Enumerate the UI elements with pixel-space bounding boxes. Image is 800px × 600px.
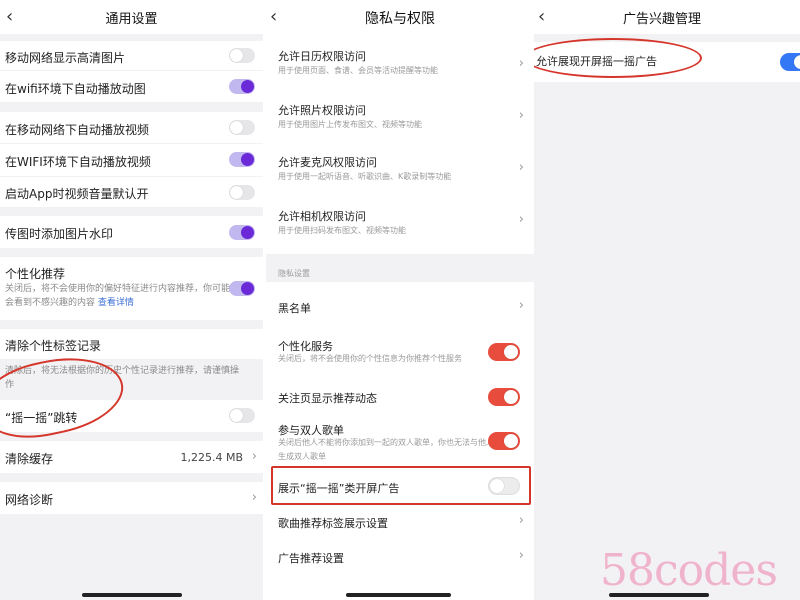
setting-row-wifi-autoplay-gif[interactable]: 在wifi环境下自动播放动图 (0, 71, 263, 102)
toggle-switch-off[interactable] (229, 48, 255, 63)
setting-label: 广告推荐设置 (278, 552, 344, 565)
page-title: 广告兴趣管理 (622, 12, 701, 27)
setting-row-wifi-autoplay-video[interactable]: 在WIFI环境下自动播放视频 (0, 144, 263, 176)
setting-description: 用于使用扫码发布图文、视频等功能 (278, 226, 406, 235)
setting-label: 传图时添加图片水印 (5, 227, 114, 241)
setting-label: 允许日历权限访问 (278, 50, 366, 63)
toggle-switch-on[interactable] (488, 343, 520, 361)
setting-row-duo-playlist[interactable]: 参与双人歌单 关闭后他人不能将你添加到一起的双人歌单，你也无法与他人生成双人歌单 (266, 418, 534, 464)
toggle-switch-on[interactable] (229, 281, 255, 296)
setting-description: 关闭后他人不能将你添加到一起的双人歌单，你也无法与他人生成双人歌单 (278, 438, 494, 461)
setting-row-personalized-service[interactable]: 个性化服务 关闭后，将不会使用你的个性信息为你推荐个性服务 (266, 334, 534, 374)
setting-label: 在wifi环境下自动播放动图 (5, 82, 146, 96)
setting-row-ad-recommend[interactable]: 广告推荐设置 › (266, 545, 534, 573)
header: ‹ 广告兴趣管理 (534, 0, 800, 34)
general-settings-panel: ‹ 通用设置 移动网络显示高清图片 在wifi环境下自动播放动图 在移动网络下自… (0, 0, 263, 600)
setting-description: 关闭后，将不会使用你的偏好特征进行内容推荐，你可能会看到不感兴趣的内容 查看详情 (5, 284, 231, 308)
setting-label: 启动App时视频音量默认开 (5, 187, 149, 201)
chevron-right-icon: › (518, 212, 524, 227)
home-indicator (82, 593, 182, 597)
toggle-switch-on[interactable] (229, 152, 255, 167)
setting-row-personalized-recommend[interactable]: 个性化推荐 关闭后，将不会使用你的偏好特征进行内容推荐，你可能会看到不感兴趣的内… (0, 257, 263, 320)
setting-row-network-diagnosis[interactable]: 网络诊断 › (0, 482, 263, 514)
setting-row-clear-cache[interactable]: 清除缓存 1,225.4 MB › (0, 441, 263, 473)
toggle-switch-off[interactable] (229, 185, 255, 200)
setting-label: 允许照片权限访问 (278, 104, 366, 117)
toggle-switch-on[interactable] (229, 225, 255, 240)
setting-label: 移动网络显示高清图片 (5, 51, 126, 65)
setting-label: 清除缓存 (5, 452, 54, 466)
setting-row-song-tag-display[interactable]: 歌曲推荐标签展示设置 › (266, 510, 534, 538)
permission-row-camera[interactable]: 允许相机权限访问 用于使用扫码发布图文、视频等功能 › (266, 202, 534, 250)
setting-label: 黑名单 (278, 302, 311, 315)
setting-row-follow-recommend[interactable]: 关注页显示推荐动态 (266, 384, 534, 412)
setting-description: 用于使用页面、食谱、会员等活动提醒等功能 (278, 66, 438, 75)
header: ‹ 隐私与权限 (266, 0, 534, 34)
setting-label: 网络诊断 (5, 493, 54, 507)
setting-row-default-volume[interactable]: 启动App时视频音量默认开 (0, 177, 263, 207)
annotation-box (271, 466, 531, 505)
page-title: 隐私与权限 (365, 11, 435, 27)
watermark-text: 58codes (600, 545, 778, 596)
chevron-right-icon: › (518, 108, 524, 123)
setting-description: 关闭后，将不会使用你的个性信息为你推荐个性服务 (278, 354, 462, 363)
privacy-permissions-panel: ‹ 隐私与权限 允许日历权限访问 用于使用页面、食谱、会员等活动提醒等功能 › … (266, 0, 534, 600)
setting-label: 关注页显示推荐动态 (278, 392, 377, 405)
chevron-right-icon: › (518, 160, 524, 175)
chevron-right-icon: › (518, 548, 524, 563)
page-title: 通用设置 (105, 12, 158, 27)
toggle-switch-off[interactable] (229, 408, 255, 423)
setting-row-image-watermark[interactable]: 传图时添加图片水印 (0, 216, 263, 248)
permission-row-calendar[interactable]: 允许日历权限访问 用于使用页面、食谱、会员等活动提醒等功能 › (266, 42, 534, 90)
header: ‹ 通用设置 (0, 0, 263, 34)
chevron-right-icon: › (518, 56, 524, 71)
toggle-switch-off[interactable] (229, 120, 255, 135)
setting-label: 歌曲推荐标签展示设置 (278, 517, 388, 530)
ad-interest-panel: ‹ 广告兴趣管理 允许展现开屏摇一摇广告 (534, 0, 800, 600)
section-caption: 隐私设置 (278, 269, 310, 278)
chevron-right-icon: › (518, 298, 524, 313)
setting-description: 用于使用一起听语音、听歌识曲、K歌录制等功能 (278, 172, 452, 181)
chevron-right-icon: › (251, 449, 257, 464)
setting-description: 用于使用图片上传发布图文、视频等功能 (278, 120, 422, 129)
setting-row-hd-images[interactable]: 移动网络显示高清图片 (0, 41, 263, 70)
cache-size-value: 1,225.4 MB (180, 451, 243, 464)
setting-label: 清除个性标签记录 (5, 339, 102, 353)
view-details-link[interactable]: 查看详情 (98, 298, 134, 308)
toggle-switch-on[interactable] (488, 432, 520, 450)
setting-row-clear-tags[interactable]: 清除个性标签记录 (0, 329, 263, 359)
toggle-switch-on[interactable] (780, 53, 800, 71)
setting-label: 个性化推荐 (5, 267, 66, 281)
setting-label: 在WIFI环境下自动播放视频 (5, 155, 151, 169)
permission-row-photos[interactable]: 允许照片权限访问 用于使用图片上传发布图文、视频等功能 › (266, 96, 534, 144)
home-indicator (346, 593, 451, 597)
setting-label: 允许麦克风权限访问 (278, 156, 377, 169)
chevron-right-icon: › (518, 513, 524, 528)
permission-row-microphone[interactable]: 允许麦克风权限访问 用于使用一起听语音、听歌识曲、K歌录制等功能 › (266, 148, 534, 196)
setting-row-blacklist[interactable]: 黑名单 › (266, 292, 534, 322)
setting-row-mobile-autoplay-video[interactable]: 在移动网络下自动播放视频 (0, 112, 263, 143)
toggle-switch-on[interactable] (229, 79, 255, 94)
setting-label: 允许相机权限访问 (278, 210, 366, 223)
chevron-right-icon: › (251, 490, 257, 505)
toggle-switch-on[interactable] (488, 388, 520, 406)
setting-label: 在移动网络下自动播放视频 (5, 123, 150, 137)
